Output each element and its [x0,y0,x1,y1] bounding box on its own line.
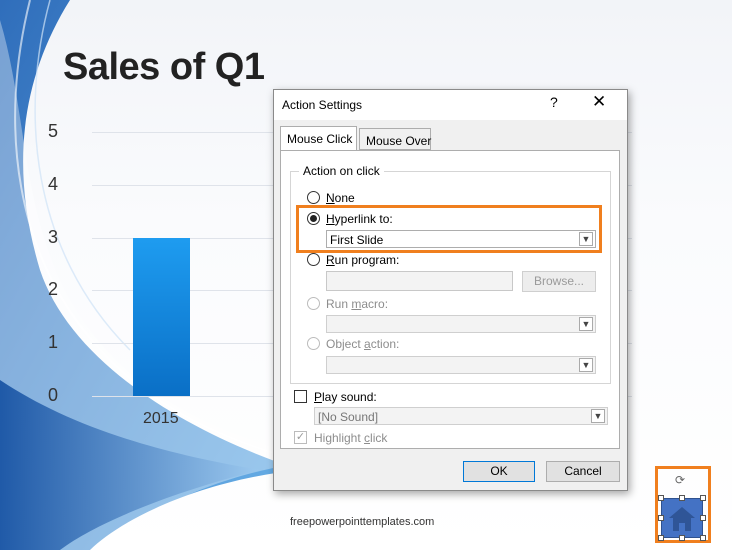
y-tick-label: 4 [48,173,59,194]
play-sound-checkbox[interactable] [294,390,307,403]
run-macro-dropdown[interactable]: ▼ [326,315,596,333]
tab-panel-mouse-click: Action on click None Hyperlink to: First… [280,150,620,449]
y-tick-label: 2 [48,279,59,300]
slide-title[interactable]: Sales of Q1 [63,46,265,89]
play-sound-value: [No Sound] [318,410,379,424]
tab-mouse-click[interactable]: Mouse Click [280,126,357,151]
play-sound-label[interactable]: Play sound: [314,390,377,404]
footer-text: freepowerpointtemplates.com [290,516,435,528]
resize-handle[interactable] [658,495,664,501]
object-action-radio[interactable] [307,337,320,350]
none-label[interactable]: None [326,191,355,205]
run-program-input[interactable] [326,271,513,291]
tab-mouse-over[interactable]: Mouse Over [359,128,431,150]
home-action-button[interactable] [661,498,703,538]
highlight-click-label[interactable]: Highlight click [314,431,387,445]
object-action-label[interactable]: Object action: [326,337,399,351]
home-icon [669,507,695,531]
y-tick-label: 5 [48,121,59,141]
group-label: Action on click [299,164,384,178]
y-tick-label: 1 [48,332,59,353]
cancel-button[interactable]: Cancel [546,461,620,482]
run-program-radio[interactable] [307,253,320,266]
chevron-down-icon[interactable]: ▼ [579,317,593,331]
hyperlink-highlight-box [296,205,602,253]
resize-handle[interactable] [700,515,706,521]
object-action-dropdown[interactable]: ▼ [326,356,596,374]
rotate-handle-icon[interactable]: ⟳ [675,474,687,486]
resize-handle[interactable] [658,535,664,541]
close-button[interactable]: ✕ [592,92,606,112]
x-category-label: 2015 [143,410,179,427]
browse-button[interactable]: Browse... [522,271,596,292]
resize-handle[interactable] [700,495,706,501]
y-tick-label: 3 [48,226,59,247]
chevron-down-icon[interactable]: ▼ [579,358,593,372]
resize-handle[interactable] [679,535,685,541]
dialog-title: Action Settings [282,98,363,112]
bar-2015[interactable] [133,237,190,396]
y-tick-label: 0 [48,385,59,405]
highlight-click-checkbox[interactable]: ✓ [294,431,307,444]
play-sound-dropdown[interactable]: [No Sound] ▼ [314,407,608,425]
resize-handle[interactable] [700,535,706,541]
ok-button[interactable]: OK [463,461,535,482]
help-button[interactable]: ? [550,94,558,110]
run-macro-label[interactable]: Run macro: [326,297,388,311]
run-program-label[interactable]: Run program: [326,253,399,267]
resize-handle[interactable] [679,495,685,501]
run-macro-radio[interactable] [307,297,320,310]
action-settings-dialog[interactable]: Action Settings ? ✕ Mouse Click Mouse Ov… [273,89,628,491]
resize-handle[interactable] [658,515,664,521]
dialog-titlebar[interactable]: Action Settings ? ✕ [274,90,627,120]
none-radio[interactable] [307,191,320,204]
chevron-down-icon[interactable]: ▼ [591,409,605,423]
